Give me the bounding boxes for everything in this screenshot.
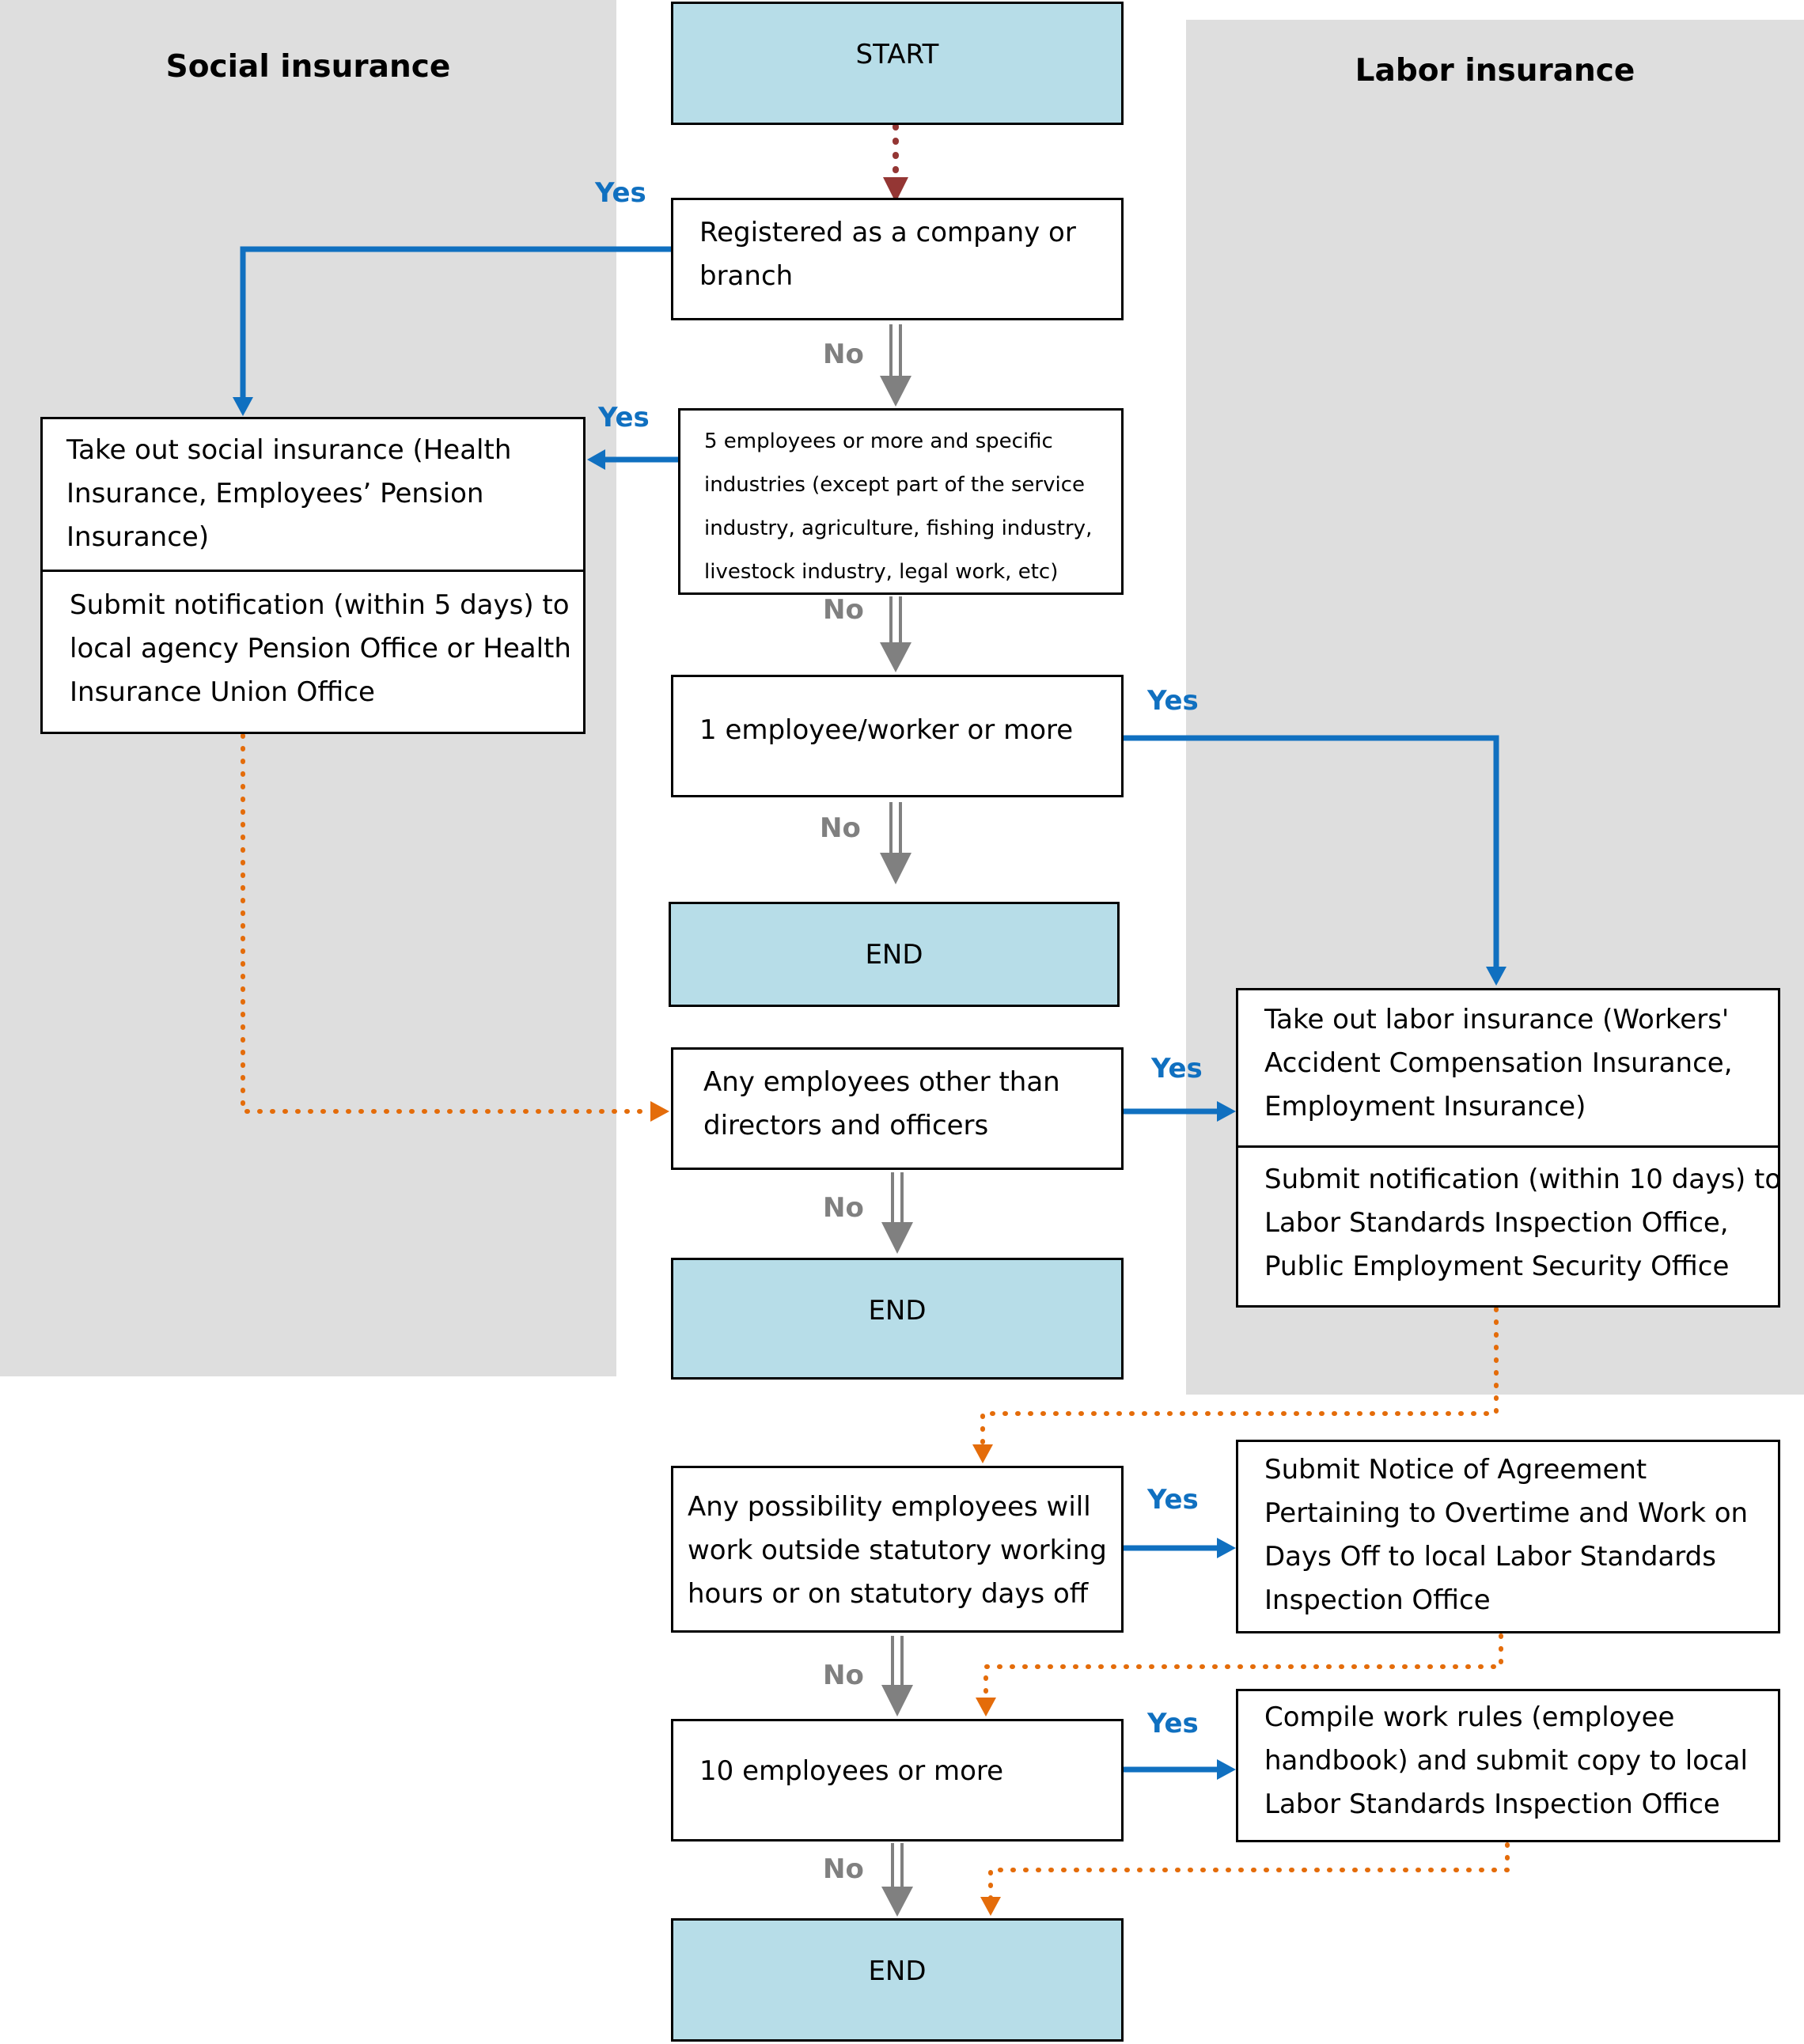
no-label-one-employee: No [820, 812, 861, 844]
decision-registered-line: Registered as a company or [699, 217, 1076, 248]
decision-other-than-directors-line: Any employees other than [703, 1066, 1060, 1098]
end-node-2: END [671, 1258, 1124, 1380]
start-label: START [855, 39, 939, 70]
no-label-registered: No [823, 339, 864, 370]
yes-arrow-registered-to-social [240, 246, 671, 399]
end-label: END [868, 1955, 927, 1987]
social-box-divider [43, 570, 583, 572]
decision-five-employees-line: industry, agriculture, fishing industry, [704, 517, 1093, 540]
no-label-overtime: No [823, 1660, 864, 1691]
yes-label-other-than-directors: Yes [1151, 1053, 1203, 1084]
decision-one-employee: 1 employee/worker or more [671, 675, 1124, 797]
decision-ten-employees-line: 10 employees or more [699, 1755, 1004, 1787]
no-arrow-4 [881, 1172, 913, 1254]
yes-label-five-employees: Yes [598, 402, 650, 433]
no-label-other-than-directors: No [823, 1192, 864, 1224]
yes-label-overtime: Yes [1147, 1484, 1199, 1516]
yes-label-ten-employees: Yes [1147, 1708, 1199, 1739]
notice-agreement-line: Days Off to local Labor Standards [1264, 1541, 1716, 1573]
decision-registered: Registered as a company or branch [671, 198, 1124, 320]
social-submit-line: Insurance Union Office [70, 676, 375, 708]
social-take-out-line: Insurance, Employees’ Pension [66, 478, 484, 509]
social-submit-line: local agency Pension Office or Health [70, 633, 571, 664]
notice-agreement-line: Pertaining to Overtime and Work on [1264, 1497, 1749, 1529]
no-arrow-2 [880, 596, 911, 672]
no-arrow-1 [880, 324, 911, 407]
yes-label-registered: Yes [595, 177, 646, 209]
social-take-out-line: Take out social insurance (Health [66, 434, 512, 466]
labor-box-divider [1238, 1145, 1778, 1148]
notice-agreement-action: Submit Notice of Agreement Pertaining to… [1236, 1440, 1780, 1633]
work-rules-action: Compile work rules (employee handbook) a… [1236, 1689, 1780, 1842]
decision-five-employees-line: 5 employees or more and specific [704, 430, 1053, 453]
yes-arrow-one-to-labor [1124, 735, 1499, 969]
end-label: END [868, 1295, 927, 1327]
decision-overtime-line: work outside statutory working [688, 1535, 1107, 1566]
dotted-rules-to-end [988, 1842, 1510, 1901]
decision-other-than-directors-line: directors and officers [703, 1110, 989, 1141]
labor-take-out: Take out labor insurance (Workers' Accid… [1238, 998, 1741, 1129]
social-submit: Submit notification (within 5 days) to l… [43, 584, 579, 714]
no-label-five-employees: No [823, 594, 864, 626]
no-arrow-6 [881, 1843, 913, 1917]
decision-overtime: Any possibility employees will work outs… [671, 1466, 1124, 1633]
decision-ten-employees: 10 employees or more [671, 1719, 1124, 1841]
decision-five-employees: 5 employees or more and specific industr… [678, 408, 1124, 595]
no-label-ten-employees: No [823, 1853, 864, 1885]
end-node-1: END [669, 902, 1120, 1007]
work-rules-line: handbook) and submit copy to local [1264, 1745, 1748, 1777]
social-take-out: Take out social insurance (Health Insura… [43, 429, 519, 559]
labor-take-out-line: Take out labor insurance (Workers' [1264, 1004, 1730, 1035]
labor-insurance-action: Take out labor insurance (Workers' Accid… [1236, 988, 1781, 1308]
social-take-out-line: Insurance) [66, 521, 210, 553]
start-node: START [671, 2, 1124, 125]
work-rules-line: Compile work rules (employee [1264, 1701, 1675, 1733]
social-insurance-action: Take out social insurance (Health Insura… [40, 417, 586, 734]
end-node-3: END [671, 1918, 1124, 2042]
labor-submit-line: Public Employment Security Office [1264, 1251, 1730, 1282]
decision-five-employees-line: industries (except part of the service [704, 473, 1085, 497]
labor-submit-line: Submit notification (within 10 days) to [1264, 1164, 1782, 1195]
decision-five-employees-line: livestock industry, legal work, etc) [704, 560, 1059, 584]
labor-take-out-line: Accident Compensation Insurance, [1264, 1047, 1733, 1079]
no-arrow-3 [880, 802, 911, 884]
dotted-social-to-other [241, 733, 653, 1114]
end-label: END [865, 938, 923, 971]
decision-one-employee-line: 1 employee/worker or more [699, 714, 1074, 746]
social-submit-line: Submit notification (within 5 days) to [70, 589, 570, 621]
decision-overtime-line: hours or on statutory days off [688, 1578, 1089, 1610]
decision-overtime-line: Any possibility employees will [688, 1491, 1091, 1523]
labor-submit-line: Labor Standards Inspection Office, [1264, 1207, 1729, 1239]
no-arrow-5 [881, 1636, 913, 1717]
labor-take-out-line: Employment Insurance) [1264, 1091, 1586, 1122]
decision-other-than-directors: Any employees other than directors and o… [671, 1047, 1124, 1170]
decision-registered-line: branch [699, 260, 794, 292]
labor-submit: Submit notification (within 10 days) to … [1238, 1158, 1789, 1289]
notice-agreement-line: Submit Notice of Agreement [1264, 1454, 1647, 1486]
yes-label-one-employee: Yes [1147, 685, 1199, 717]
work-rules-line: Labor Standards Inspection Office [1264, 1788, 1720, 1820]
notice-agreement-line: Inspection Office [1264, 1584, 1491, 1616]
